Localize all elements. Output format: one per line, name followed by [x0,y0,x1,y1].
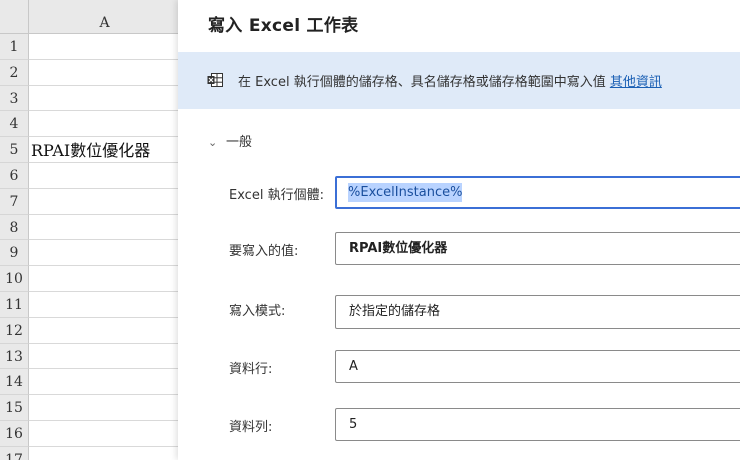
sheet-row: 8 [0,214,178,241]
row-number[interactable]: 9 [0,240,29,267]
cell-a17[interactable] [29,447,178,460]
cell-a11[interactable] [29,292,178,318]
sheet-row: 9 [0,240,178,267]
row-number[interactable]: 12 [0,317,29,344]
column-label: 資料行: [229,362,273,377]
row-label: 資料列: [229,420,273,435]
cell-a10[interactable] [29,266,178,292]
excel-sheet-icon [207,73,223,87]
column-header-a[interactable]: A [29,0,178,34]
dialog-title: 寫入 Excel 工作表 [208,16,359,36]
value-to-write-label: 要寫入的值: [229,244,299,259]
column-value: A [349,359,358,374]
cell-a15[interactable] [29,395,178,421]
select-all-corner[interactable] [0,0,29,34]
row-number[interactable]: 14 [0,369,29,396]
cell-a3[interactable] [29,86,178,112]
cell-a8[interactable] [29,215,178,241]
column-field[interactable]: A [335,350,740,383]
sheet-row: 15 [0,395,178,421]
row-number[interactable]: 10 [0,266,29,292]
section-title: 一般 [226,135,253,150]
row-number[interactable]: 3 [0,85,29,112]
cell-a14[interactable] [29,369,178,396]
excel-instance-value: %ExcelInstance% [348,183,463,202]
write-excel-dialog: 寫入 Excel 工作表 在 Excel 執行個體的儲存格、具名儲存格或儲存格範… [178,0,740,460]
row-number[interactable]: 16 [0,421,29,447]
row-number[interactable]: 8 [0,214,29,241]
cell-a6[interactable] [29,163,178,189]
sheet-row: 4 [0,111,178,138]
sheet-row: 16 [0,421,178,447]
banner-text: 在 Excel 執行個體的儲存格、具名儲存格或儲存格範圍中寫入值 其他資訊 [238,71,662,90]
sheet-row: 5 RPAI數位優化器 [0,137,178,163]
value-to-write-field[interactable]: RPAI數位優化器 [335,232,740,265]
cell-a16[interactable] [29,421,178,447]
row-number[interactable]: 15 [0,395,29,421]
cell-a4[interactable] [29,111,178,138]
sheet-row: 11 [0,292,178,318]
cell-a13[interactable] [29,344,178,370]
sheet-row: 17 [0,446,178,460]
row-number[interactable]: 6 [0,163,29,189]
value-to-write-value: RPAI數位優化器 [349,241,448,256]
row-number[interactable]: 2 [0,59,29,86]
write-mode-value: 於指定的儲存格 [349,304,441,319]
section-general[interactable]: ⌄ 一般 [208,131,252,150]
write-mode-dropdown[interactable]: 於指定的儲存格 [335,295,740,329]
more-info-link[interactable]: 其他資訊 [610,75,662,90]
cell-a7[interactable] [29,189,178,215]
info-banner: 在 Excel 執行個體的儲存格、具名儲存格或儲存格範圍中寫入值 其他資訊 [178,52,740,109]
sheet-row: 10 [0,266,178,292]
sheet-row: 6 [0,163,178,189]
cell-a9[interactable] [29,240,178,267]
spreadsheet: A 1 2 3 4 5 RPAI數位優化器 6 7 8 9 10 11 12 13 14 15 16 17 [0,0,178,460]
sheet-row: 14 [0,369,178,396]
row-value: 5 [349,417,358,432]
banner-description: 在 Excel 執行個體的儲存格、具名儲存格或儲存格範圍中寫入值 [238,75,610,90]
row-number[interactable]: 11 [0,292,29,318]
sheet-row: 13 [0,343,178,370]
sheet-row: 2 [0,59,178,86]
sheet-row: 1 [0,34,178,60]
sheet-row: 3 [0,85,178,112]
row-number[interactable]: 1 [0,34,29,60]
row-number[interactable]: 13 [0,343,29,370]
cell-a12[interactable] [29,318,178,344]
sheet-row: 7 [0,188,178,215]
row-field[interactable]: 5 [335,408,740,441]
row-number[interactable]: 17 [0,446,29,460]
row-number[interactable]: 5 [0,137,29,163]
cell-a5[interactable]: RPAI數位優化器 [29,137,178,163]
cell-a1[interactable] [29,34,178,60]
write-mode-label: 寫入模式: [229,304,286,319]
chevron-down-icon: ⌄ [208,136,218,149]
row-number[interactable]: 7 [0,188,29,215]
excel-instance-label: Excel 執行個體: [229,188,324,203]
excel-instance-field[interactable]: %ExcelInstance% [335,176,740,209]
cell-a2[interactable] [29,60,178,86]
sheet-row: 12 [0,317,178,344]
row-number[interactable]: 4 [0,111,29,138]
